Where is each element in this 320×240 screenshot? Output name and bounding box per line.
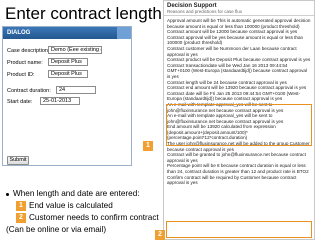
product-name-field[interactable]: Deposit Plus xyxy=(48,58,88,66)
decision-line: Percentage point will be 8 because contr… xyxy=(167,163,309,175)
marker-1: 1 xyxy=(143,141,153,151)
note-item-2: 2 Customer needs to confirm contract xyxy=(6,212,166,224)
start-date-label: Start date: xyxy=(7,99,33,105)
notes-intro-row: When length and date are entered: xyxy=(6,188,166,200)
end-value-highlight xyxy=(166,104,312,146)
notes-aside: (Can be online or via email) xyxy=(6,225,107,234)
product-id-label: Product ID: xyxy=(7,72,35,78)
decision-line: Contract transactiondate will be Wed Jan… xyxy=(167,62,307,79)
decision-support-subtitle: Reasons and predictions for case flux xyxy=(167,9,243,14)
decision-support-header: Decision Support Reasons and predictions… xyxy=(164,1,314,16)
note-number-1: 1 xyxy=(16,200,26,211)
slide-title: Enter contract length xyxy=(5,4,162,23)
contract-dialog: DIALOG Case description: Demo (Eee exist… xyxy=(2,26,132,166)
product-name-label: Product name: xyxy=(7,60,43,66)
case-description-label: Case description: xyxy=(7,48,50,54)
decision-line: Contract approval will be yes because am… xyxy=(167,34,304,46)
bullet-icon xyxy=(6,193,9,196)
decision-line: Contract customer will be Nummoon der La… xyxy=(167,45,297,57)
decision-line: Confirm contract will be required by Cus… xyxy=(167,174,297,186)
case-description-field[interactable]: Demo (Eee existing cust) xyxy=(48,46,102,54)
decision-line: Approval amount will be This is automati… xyxy=(167,18,311,29)
notes-aside-row: (Can be online or via email) xyxy=(6,224,166,236)
decision-line: Contract product will be Deposit Plus be… xyxy=(167,57,311,63)
decision-line: Contract will be granted to john@fluxins… xyxy=(167,152,306,163)
decision-support-list: Approval amount will be This is automati… xyxy=(164,16,314,188)
decision-line: Contract end amount will be 13920 becaus… xyxy=(167,85,307,91)
note-text-1: End value is calculated xyxy=(29,201,113,210)
notes-intro: When length and date are entered: xyxy=(13,189,140,198)
note-item-1: 1 End value is calculated xyxy=(6,200,166,212)
dialog-bar-decoration xyxy=(117,27,131,39)
note-text-2: Customer needs to confirm contract xyxy=(29,213,159,222)
start-date-field[interactable]: 25-01-2013 xyxy=(40,97,80,105)
note-number-2: 2 xyxy=(16,212,26,223)
confirm-contract-highlight xyxy=(166,221,312,238)
dialog-title-bar: DIALOG xyxy=(3,27,131,39)
dialog-title: DIALOG xyxy=(7,30,31,36)
product-id-field[interactable]: Deposit Plus xyxy=(48,70,88,78)
submit-button[interactable]: Submit xyxy=(7,156,29,165)
contract-duration-label: Contract duration: xyxy=(7,88,51,94)
decision-line: Contract date will be Fri Jan 25 2013 09… xyxy=(167,90,301,102)
notes: When length and date are entered: 1 End v… xyxy=(6,188,166,236)
contract-duration-field[interactable]: 24 xyxy=(56,86,96,94)
decision-line: Contract amount will be 12000 because co… xyxy=(167,29,298,35)
